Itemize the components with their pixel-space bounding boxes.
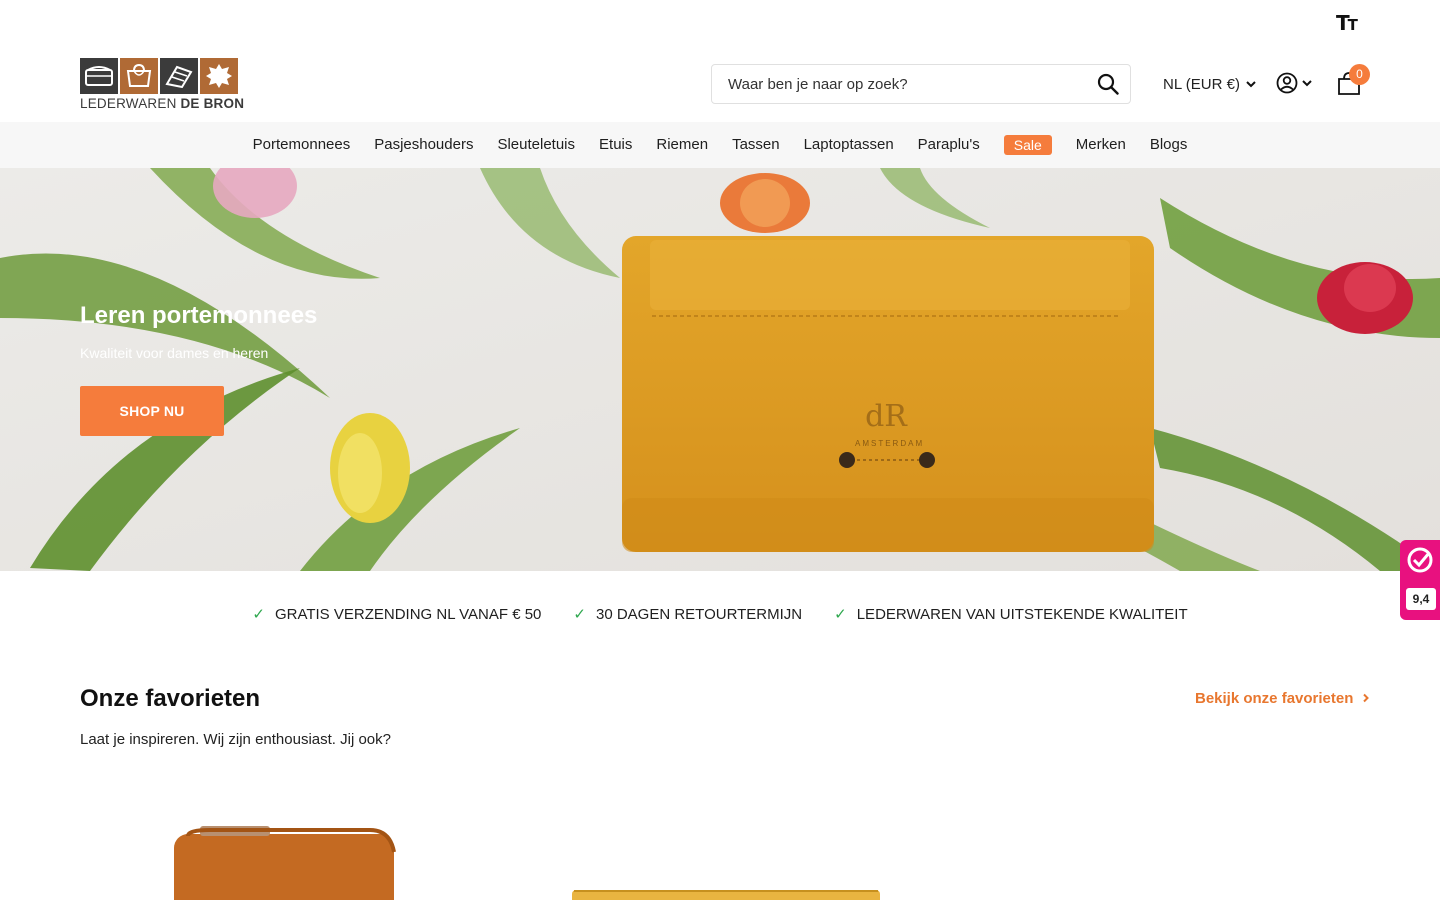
chevron-down-icon (1246, 81, 1256, 88)
usp-bar: ✓ GRATIS VERZENDING NL VANAF € 50 ✓ 30 DAG… (0, 601, 1440, 627)
search-icon[interactable] (1086, 65, 1130, 103)
text-size-label-small: T (1347, 16, 1358, 34)
usp-item: ✓ GRATIS VERZENDING NL VANAF € 50 (252, 601, 541, 627)
wallet-icon (80, 58, 118, 94)
nav-item-tassen[interactable]: Tassen (720, 134, 792, 156)
usp-item: ✓ LEDERWAREN VAN UITSTEKENDE KWALITEIT (834, 601, 1187, 627)
nav-item-portemonnees[interactable]: Portemonnees (241, 134, 363, 156)
checkmark-icon: ✓ (573, 606, 586, 623)
search-input[interactable] (712, 65, 1086, 103)
checkmark-icon: ✓ (834, 606, 847, 623)
locale-label: NL (EUR €) (1163, 75, 1240, 93)
nav-item-laptoptassen[interactable]: Laptoptassen (792, 134, 906, 156)
nav-item-blogs[interactable]: Blogs (1138, 134, 1200, 156)
leather-hide-icon (200, 58, 238, 94)
usp-label: 30 DAGEN RETOURTERMIJN (595, 605, 803, 623)
usp-item: ✓ 30 DAGEN RETOURTERMIJN (573, 601, 802, 627)
text-size-label: T (1336, 11, 1350, 35)
review-check-icon (1407, 547, 1433, 573)
hero-subtitle: Kwaliteit voor dames en heren (80, 345, 269, 361)
checkmark-icon: ✓ (252, 606, 265, 623)
logo-text: LEDERWAREN DE BRON (80, 96, 244, 111)
product-image-1[interactable] (170, 822, 400, 900)
shop-now-button[interactable]: SHOP NU (80, 386, 224, 436)
usp-label: LEDERWAREN VAN UITSTEKENDE KWALITEIT (856, 605, 1188, 623)
review-score: 9,4 (1406, 588, 1436, 610)
nav-item-sleuteletuis[interactable]: Sleuteletuis (485, 134, 587, 156)
hero-product-brand: AMSTERDAM (855, 439, 925, 448)
nav-item-pasjeshouders[interactable]: Pasjeshouders (362, 134, 485, 156)
account-menu[interactable] (1276, 72, 1312, 94)
hero-title: Leren portemonnees (80, 302, 318, 329)
hero-banner: dR Leren portemonnees Kwaliteit voor dam… (0, 168, 1440, 571)
logo-text-light: LEDERWAREN (80, 96, 177, 111)
nav-item-riemen[interactable]: Riemen (644, 134, 720, 156)
cart-count-badge: 0 (1349, 64, 1370, 85)
logo-text-bold: DE BRON (180, 96, 245, 111)
favorites-title: Onze favorieten (80, 685, 261, 712)
notebook-icon (160, 58, 198, 94)
main-nav: Portemonnees Pasjeshouders Sleuteletuis … (0, 122, 1440, 168)
bag-icon (120, 58, 158, 94)
user-icon (1276, 72, 1298, 94)
view-favorites-link[interactable]: Bekijk onze favorieten (1195, 690, 1372, 707)
text-size-toggle[interactable]: TT (1336, 11, 1362, 35)
review-badge[interactable]: 9,4 (1400, 540, 1440, 620)
logo-tiles (80, 58, 240, 94)
favorites-subtitle: Laat je inspireren. Wij zijn enthousiast… (80, 731, 391, 748)
chevron-down-icon (1302, 80, 1312, 87)
sale-badge: Sale (1003, 134, 1052, 155)
site-logo[interactable]: LEDERWAREN DE BRON (80, 58, 244, 112)
view-favorites-label: Bekijk onze favorieten (1195, 690, 1354, 707)
nav-item-merken[interactable]: Merken (1064, 134, 1138, 156)
usp-label: GRATIS VERZENDING NL VANAF € 50 (274, 605, 542, 623)
product-image-2[interactable] (566, 882, 886, 900)
svg-text:dR: dR (865, 399, 908, 434)
search-bar (711, 64, 1131, 104)
locale-selector[interactable]: NL (EUR €) (1163, 74, 1256, 94)
hero-image: dR (0, 168, 1440, 571)
nav-item-etuis[interactable]: Etuis (587, 134, 644, 156)
nav-item-sale[interactable]: Sale (992, 134, 1064, 157)
nav-item-paraplus[interactable]: Paraplu's (906, 134, 992, 156)
chevron-right-icon (1362, 693, 1369, 703)
